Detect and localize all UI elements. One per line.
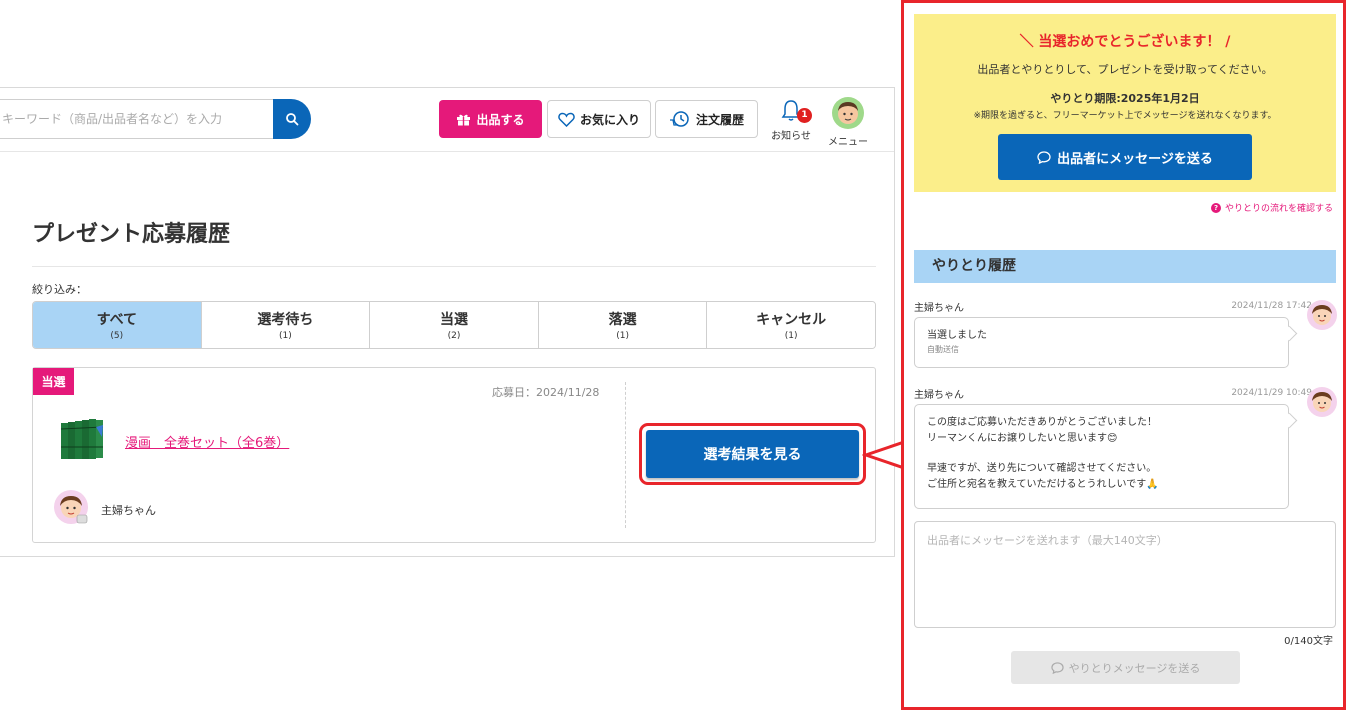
message-author: 主婦ちゃん — [914, 303, 964, 314]
chat-bubble-icon — [1050, 661, 1064, 674]
tab-won[interactable]: 当選 (2) — [370, 302, 539, 348]
message-seller-label: 出品者にメッセージを送る — [1057, 151, 1213, 167]
send-reply-button[interactable]: やりとりメッセージを送る — [1011, 651, 1240, 684]
search-bar — [0, 99, 311, 139]
tab-cancelled[interactable]: キャンセル (1) — [707, 302, 875, 348]
tab-count: (2) — [447, 331, 461, 341]
notifications[interactable]: 1 お知らせ — [768, 98, 814, 142]
send-reply-label: やりとりメッセージを送る — [1068, 661, 1201, 675]
order-history-button[interactable]: 注文履歴 — [655, 100, 758, 138]
sell-label: 出品する — [476, 112, 525, 127]
notification-badge: 1 — [797, 108, 812, 123]
tab-label: 当選 — [439, 312, 468, 328]
favorites-button[interactable]: お気に入り — [547, 100, 651, 138]
tab-label: キャンセル — [756, 312, 827, 328]
search-input[interactable] — [0, 99, 274, 139]
orders-label: 注文履歴 — [695, 112, 744, 127]
filter-label: 絞り込み： — [32, 283, 87, 296]
main-page: 出品する お気に入り 注文履歴 1 お知らせ メニュー プレゼント応募履歴 絞り… — [0, 87, 895, 557]
history-heading: やりとり履歴 — [914, 250, 1336, 283]
search-button[interactable] — [273, 99, 311, 139]
manga-set-thumbnail[interactable] — [59, 417, 105, 461]
message-time: 2024/11/28 17:42 — [1231, 301, 1312, 311]
tab-count: (1) — [784, 331, 798, 341]
filter-tabs: すべて (5) 選考待ち (1) 当選 (2) 落選 (1) キャンセル (1) — [32, 301, 876, 349]
tab-count: (1) — [616, 331, 629, 341]
tab-count: (1) — [279, 331, 292, 341]
message-author: 主婦ちゃん — [914, 390, 964, 401]
tab-all[interactable]: すべて (5) — [33, 302, 202, 348]
seller-name: 主婦ちゃん — [101, 504, 156, 517]
question-icon: ? — [1210, 202, 1221, 213]
history-icon — [669, 111, 689, 127]
notice-label: お知らせ — [771, 131, 811, 142]
tab-pending[interactable]: 選考待ち (1) — [201, 302, 371, 348]
site-header: 出品する お気に入り 注文履歴 1 お知らせ メニュー — [0, 88, 894, 152]
tab-label: すべて — [96, 312, 138, 328]
message-bubble: 当選しました 自動送信 — [914, 317, 1289, 368]
divider — [32, 266, 876, 267]
avatar — [832, 97, 864, 129]
author-avatar — [1307, 300, 1337, 330]
entry-card: 当選 応募日：2024/11/28 漫画 全巻セット（全6巻） 主婦ちゃん 選考… — [32, 367, 876, 543]
gift-icon — [457, 114, 471, 126]
message-text: 当選しました — [927, 330, 987, 341]
search-icon — [286, 113, 299, 126]
seller-avatar — [54, 490, 88, 524]
divider — [625, 382, 626, 528]
sell-button[interactable]: 出品する — [439, 100, 542, 138]
entry-date: 応募日：2024/11/28 — [492, 386, 600, 399]
exchange-panel: ＼ 当選おめでとうございます！ / 出品者とやりとりして、プレゼントを受け取って… — [901, 0, 1346, 710]
user-menu[interactable]: メニュー — [825, 96, 871, 148]
message-line: 早速ですが、送り先について確認させてください。 — [927, 463, 1157, 474]
view-result-button[interactable]: 選考結果を見る — [646, 430, 859, 478]
deadline: やりとり期限:2025年1月2日 — [1050, 92, 1200, 105]
char-counter: 0/140文字 — [1284, 636, 1333, 647]
congrats-box: ＼ 当選おめでとうございます！ / 出品者とやりとりして、プレゼントを受け取って… — [914, 14, 1336, 192]
favorites-label: お気に入り — [579, 112, 640, 127]
message-seller-button[interactable]: 出品者にメッセージを送る — [998, 134, 1252, 180]
auto-sent-note: 自動送信 — [927, 345, 959, 354]
tab-lost[interactable]: 落選 (1) — [538, 302, 708, 348]
message-line: リーマンくんにお譲りしたいと思います😊 — [927, 433, 1118, 444]
tab-label: 落選 — [608, 312, 637, 328]
heart-icon — [558, 112, 575, 127]
reply-textarea[interactable] — [914, 521, 1336, 628]
tab-label: 選考待ち — [257, 312, 314, 328]
congrats-heading: ＼ 当選おめでとうございます！ / — [1019, 34, 1231, 50]
result-button-highlight: 選考結果を見る — [639, 423, 866, 485]
tab-count: (5) — [110, 331, 124, 341]
menu-label: メニュー — [828, 137, 868, 148]
deadline-note: ※期限を過ぎると、フリーマーケット上でメッセージを送れなくなります。 — [973, 111, 1277, 121]
message-line: ご住所と宛名を教えていただけるとうれしいです🙏 — [927, 479, 1159, 490]
message-bubble: この度はご応募いただきありがとうございました！ リーマンくんにお譲りしたいと思い… — [914, 404, 1289, 509]
message-line: この度はご応募いただきありがとうございました！ — [927, 417, 1157, 428]
flow-link-label: やりとりの流れを確認する — [1224, 204, 1333, 214]
message-time: 2024/11/29 10:49 — [1231, 388, 1312, 398]
author-avatar — [1307, 387, 1337, 417]
flow-help-link[interactable]: ? やりとりの流れを確認する — [1210, 201, 1333, 214]
page-title: プレゼント応募履歴 — [32, 222, 231, 247]
chat-bubble-icon — [1037, 150, 1051, 164]
congrats-message: 出品者とやりとりして、プレゼントを受け取ってください。 — [977, 63, 1273, 76]
status-badge: 当選 — [33, 368, 74, 395]
item-title-link[interactable]: 漫画 全巻セット（全6巻） — [125, 432, 289, 451]
